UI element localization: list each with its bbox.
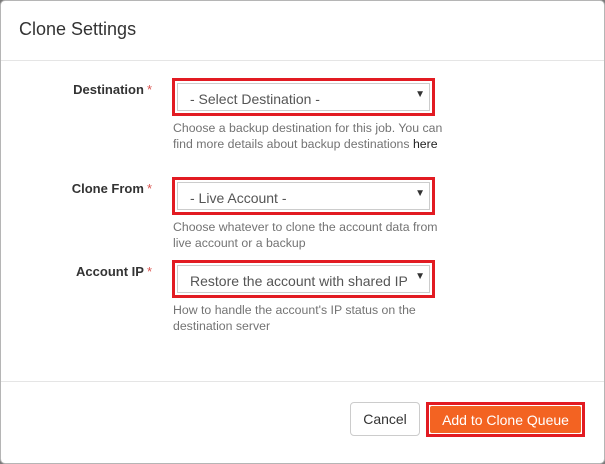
clone-from-label: Clone From * bbox=[71, 181, 152, 196]
required-star: * bbox=[146, 181, 152, 196]
cancel-button[interactable]: Cancel bbox=[350, 402, 420, 436]
modal-body: Destination * - Select Destination - ▼ Ch… bbox=[1, 61, 604, 381]
account-ip-label: Account IP * bbox=[76, 264, 152, 279]
clone-from-select[interactable]: - Live Account - ▼ bbox=[172, 177, 435, 215]
clone-from-select-value: - Live Account - bbox=[190, 190, 287, 206]
account-ip-select[interactable]: Restore the account with shared IP ▼ bbox=[172, 260, 435, 298]
clone-from-help: Choose whatever to clone the account dat… bbox=[173, 220, 438, 250]
destination-select[interactable]: - Select Destination - ▼ bbox=[172, 78, 435, 116]
account-ip-select-value: Restore the account with shared IP bbox=[190, 273, 407, 289]
add-to-clone-queue-highlight: Add to Clone Queue bbox=[426, 402, 585, 437]
backup-destinations-link[interactable]: here bbox=[413, 137, 438, 151]
modal-footer: Cancel Add to Clone Queue bbox=[1, 381, 604, 463]
account-ip-help: How to handle the account's IP status on… bbox=[173, 303, 416, 333]
clone-settings-modal: Clone Settings Destination * - Select Des… bbox=[0, 0, 605, 464]
add-to-clone-queue-button[interactable]: Add to Clone Queue bbox=[430, 406, 581, 433]
destination-help: Choose a backup destination for this job… bbox=[173, 121, 443, 151]
destination-select-value: - Select Destination - bbox=[190, 91, 320, 107]
destination-label: Destination * bbox=[73, 82, 152, 97]
caret-down-icon: ▼ bbox=[415, 271, 425, 282]
modal-title: Clone Settings bbox=[19, 19, 137, 39]
required-star: * bbox=[146, 82, 152, 97]
required-star: * bbox=[146, 264, 152, 279]
caret-down-icon: ▼ bbox=[415, 188, 425, 199]
caret-down-icon: ▼ bbox=[415, 89, 425, 100]
modal-header: Clone Settings bbox=[1, 1, 604, 61]
